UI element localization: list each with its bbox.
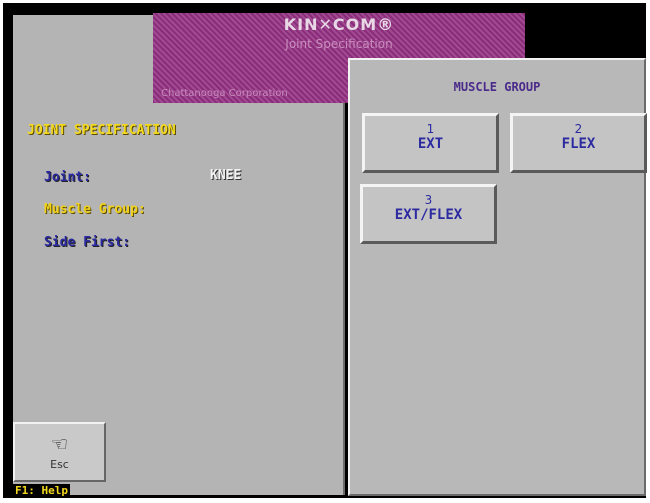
help-hint: F1: Help [13,484,70,497]
muscle-group-dialog: MUSCLE GROUP 1 EXT 2 FLEX 3 EXT/FLEX [348,58,647,496]
esc-button[interactable]: ☜ Esc [13,422,106,482]
option-number: 2 [574,122,583,136]
muscle-ext-flex-button[interactable]: 3 EXT/FLEX [360,184,497,244]
kincom-logo: KIN✕COM® [283,15,395,34]
muscle-flex-button[interactable]: 2 FLEX [510,113,647,173]
option-label: EXT/FLEX [394,207,463,223]
option-number: 3 [424,193,433,207]
banner-footer: Chattanooga Corporation [161,88,288,99]
joint-spec-title: JOINT SPECIFICATION [27,123,176,138]
joint-value: KNEE [210,168,242,183]
side-first-label: Side First: [44,235,131,250]
muscle-ext-button[interactable]: 1 EXT [362,113,499,173]
muscle-group-label: Muscle Group: [44,202,146,217]
joint-label: Joint: [44,170,91,185]
pointing-hand-icon: ☜ [52,430,67,458]
esc-label: Esc [50,458,69,471]
dialog-title: MUSCLE GROUP [453,80,541,94]
option-label: FLEX [561,136,596,152]
option-label: EXT [417,136,444,152]
option-number: 1 [426,122,435,136]
banner-subtitle: Joint Specification [285,37,393,51]
